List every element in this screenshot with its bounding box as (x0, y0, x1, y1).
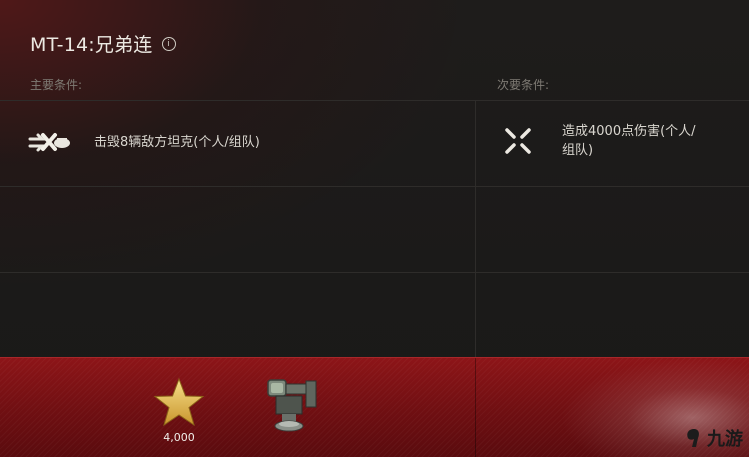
watermark: 九游 (684, 425, 743, 451)
damage-icon (500, 123, 536, 159)
divider-line (0, 186, 749, 187)
mission-panel: MT-14:兄弟连 i 主要条件: 次要条件: 击毁8辆敌方坦克(个人/组队) … (0, 0, 749, 457)
secondary-conditions-label: 次要条件: (497, 78, 550, 92)
credits-count: 4,000 (163, 431, 195, 444)
mission-title: MT-14:兄弟连 i (30, 30, 176, 57)
secondary-condition-text-line1: 造成4000点伤害(个人/ (562, 124, 696, 139)
primary-condition: 击毁8辆敌方坦克(个人/组队) (26, 124, 260, 160)
secondary-condition-text-line2: 组队) (562, 143, 594, 158)
equipment-reward[interactable] (262, 376, 324, 442)
tank-destroy-icon (26, 124, 72, 160)
star-icon (153, 377, 205, 427)
band-divider (475, 358, 476, 457)
secondary-condition: 造成4000点伤害(个人/ 组队) (500, 122, 696, 160)
divider-line (0, 100, 749, 101)
equipment-rammer-icon (267, 379, 317, 432)
info-icon[interactable]: i (161, 36, 176, 51)
column-divider (475, 100, 476, 357)
primary-condition-text: 击毁8辆敌方坦克(个人/组队) (94, 134, 260, 150)
mission-title-text: MT-14:兄弟连 (30, 34, 153, 56)
primary-conditions-label: 主要条件: (30, 78, 83, 92)
rewards-band: 4,000 (0, 357, 749, 457)
divider-line (0, 272, 749, 273)
watermark-text: 九游 (707, 429, 743, 450)
watermark-logo-icon (687, 429, 699, 447)
credits-reward[interactable]: 4,000 (150, 377, 208, 444)
